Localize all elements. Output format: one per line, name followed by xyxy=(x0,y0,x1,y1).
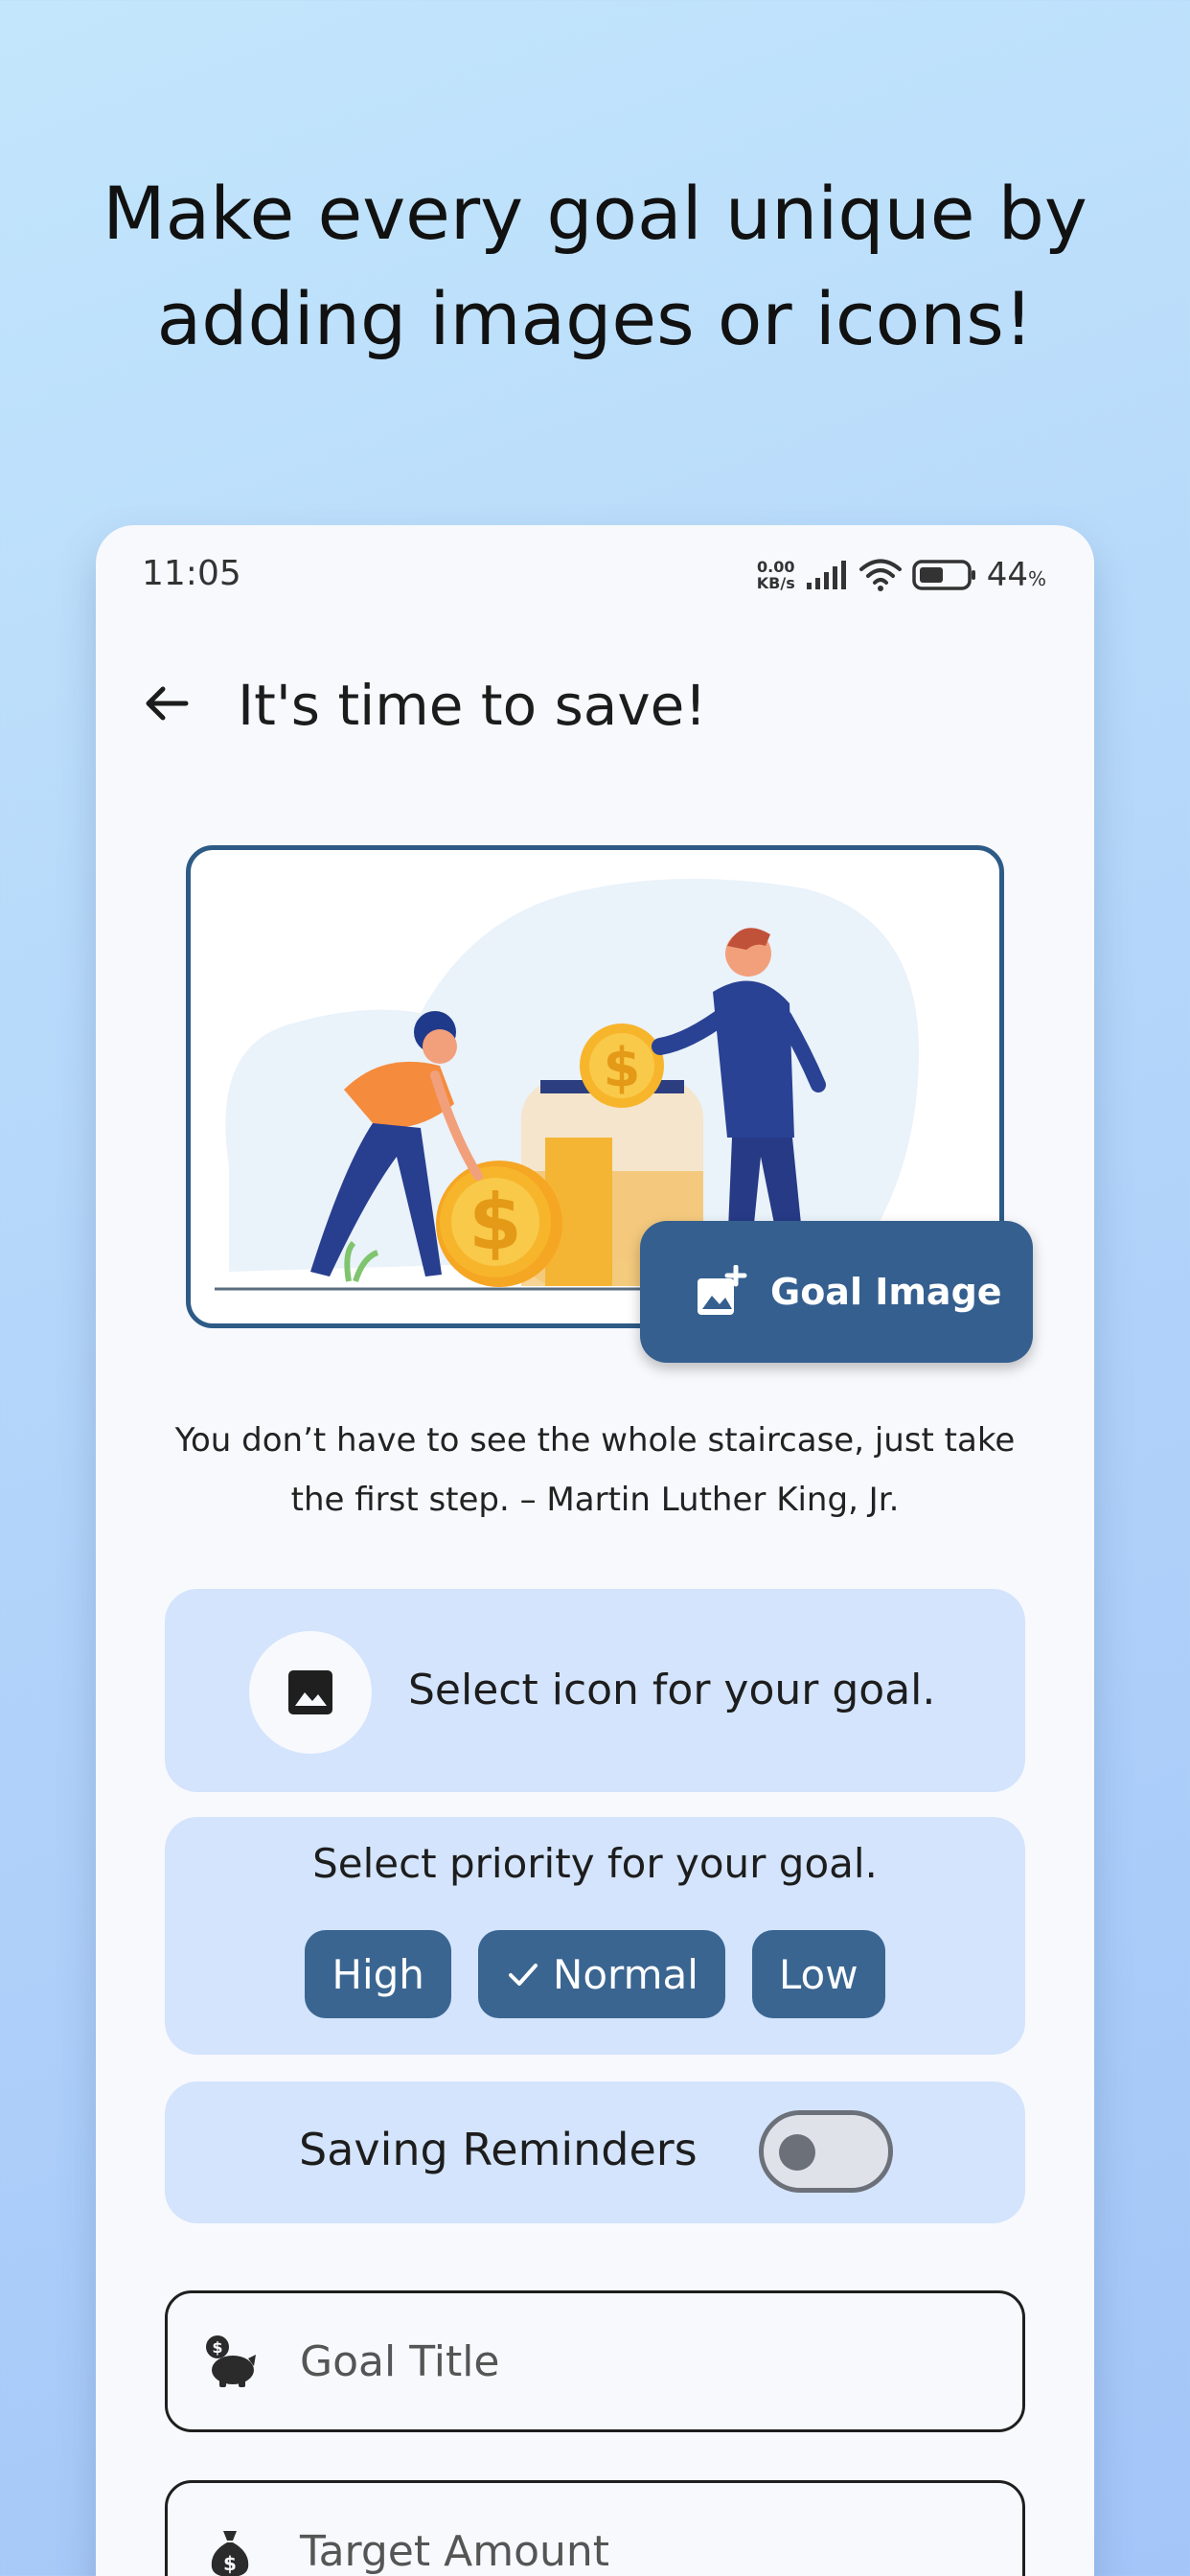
target-amount-placeholder: Target Amount xyxy=(300,2527,610,2576)
motivational-quote: You don’t have to see the whole staircas… xyxy=(174,1421,1016,1519)
wifi-icon xyxy=(858,559,902,591)
priority-chip-normal[interactable]: Normal xyxy=(477,1930,725,2018)
arrow-back-icon[interactable] xyxy=(140,677,194,730)
priority-chip-low[interactable]: Low xyxy=(751,1930,885,2018)
piggy-bank-icon: $ xyxy=(206,2335,256,2387)
page-title: It's time to save! xyxy=(238,673,707,738)
add-photo-icon xyxy=(698,1265,747,1315)
saving-reminders-toggle[interactable] xyxy=(759,2110,893,2193)
saving-reminders-card: Saving Reminders xyxy=(165,2082,1025,2223)
goal-title-placeholder: Goal Title xyxy=(300,2337,500,2386)
phone-screen: 11:05 0.00 KB/s 44% It's time to save! $… xyxy=(96,525,1094,2576)
priority-card: Select priority for your goal. High Norm… xyxy=(165,1817,1025,2055)
battery-icon xyxy=(911,560,975,590)
priority-label: Select priority for your goal. xyxy=(312,1840,878,1887)
priority-chips: High Normal Low xyxy=(165,1930,1025,2018)
image-icon xyxy=(288,1670,332,1714)
toggle-knob xyxy=(779,2134,815,2171)
status-bar: 11:05 0.00 KB/s 44% xyxy=(96,525,1094,625)
goal-title-field[interactable]: $ Goal Title xyxy=(165,2290,1025,2432)
status-icons: 0.00 KB/s 44% xyxy=(757,556,1046,594)
svg-text:$: $ xyxy=(604,1037,641,1099)
svg-text:$: $ xyxy=(469,1178,522,1267)
status-time: 11:05 xyxy=(142,554,241,593)
promo-headline: Make every goal unique by adding images … xyxy=(103,171,1087,361)
icon-selector-label: Select icon for your goal. xyxy=(408,1666,936,1714)
svg-text:$: $ xyxy=(223,2552,237,2575)
svg-text:$: $ xyxy=(212,2338,222,2357)
saving-reminders-label: Saving Reminders xyxy=(299,2124,698,2175)
signal-icon xyxy=(806,561,846,589)
goal-image-button-label: Goal Image xyxy=(770,1271,1002,1313)
icon-preview[interactable] xyxy=(249,1631,372,1754)
app-bar: It's time to save! xyxy=(96,650,1094,755)
battery-percent: 44% xyxy=(986,556,1046,594)
money-bag-icon: $ xyxy=(211,2531,249,2576)
goal-image-button[interactable]: Goal Image xyxy=(640,1221,1033,1363)
icon-selector-card[interactable]: Select icon for your goal. xyxy=(165,1589,1025,1792)
net-speed: 0.00 KB/s xyxy=(756,558,795,592)
target-amount-field[interactable]: $ Target Amount xyxy=(165,2480,1025,2576)
priority-chip-high[interactable]: High xyxy=(305,1930,451,2018)
check-icon xyxy=(508,1964,538,1986)
